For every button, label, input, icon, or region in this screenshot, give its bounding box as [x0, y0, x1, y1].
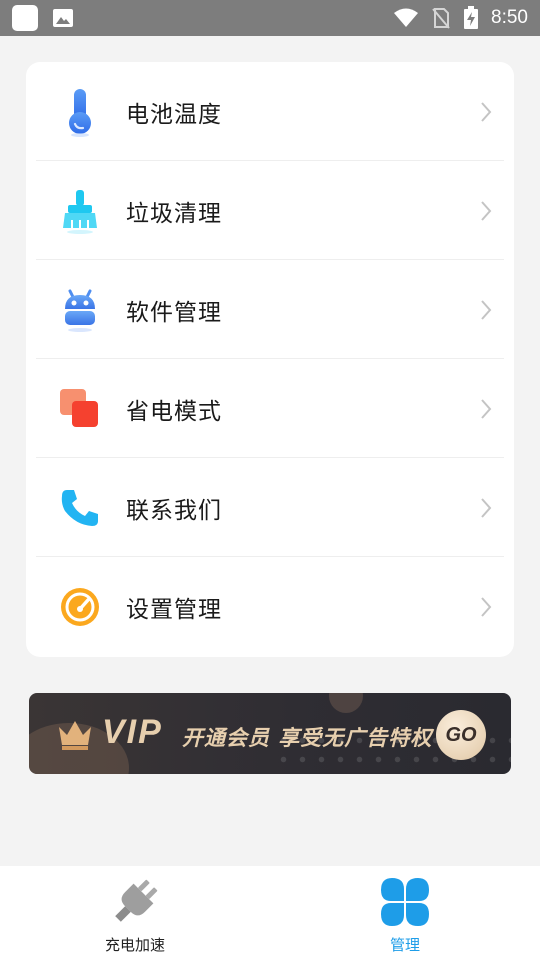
menu-item-power-saving-mode[interactable]: 省电模式	[26, 359, 514, 458]
broom-icon	[56, 187, 104, 235]
chevron-right-icon	[481, 497, 492, 518]
menu-item-software-management[interactable]: 软件管理	[26, 260, 514, 359]
crown-icon	[59, 721, 91, 750]
plug-icon	[115, 879, 158, 922]
speedometer-icon	[56, 583, 104, 631]
app-icon	[12, 5, 38, 31]
stacked-squares-icon	[56, 385, 104, 433]
tab-label: 充电加速	[104, 936, 165, 954]
menu-item-label: 电池温度	[126, 101, 222, 128]
vip-banner[interactable]: VIP 开通会员 享受无广告特权 GO	[29, 693, 511, 774]
banner-decoration	[329, 693, 363, 713]
menu-item-label: 设置管理	[126, 596, 222, 623]
menu-item-label: 联系我们	[126, 497, 222, 524]
menu-item-label: 省电模式	[126, 398, 222, 425]
vip-badge-text: VIP	[102, 713, 163, 751]
menu-item-battery-temperature[interactable]: 电池温度	[26, 62, 514, 161]
menu-item-label: 垃圾清理	[126, 200, 222, 227]
four-petal-icon	[381, 878, 429, 926]
thermometer-icon	[56, 88, 104, 137]
bottom-tab-bar: 充电加速 管理	[0, 866, 540, 960]
tab-label: 管理	[389, 936, 420, 954]
battery-charging-icon	[464, 6, 479, 29]
tab-management[interactable]: 管理	[270, 866, 540, 960]
vip-slogan: 开通会员 享受无广告特权	[182, 726, 433, 750]
chevron-right-icon	[481, 299, 492, 320]
menu-card: 电池温度 垃圾清理 软件管理 省电模式 联系我们 设置管理	[26, 62, 514, 657]
status-time: 8:50	[491, 7, 528, 28]
chevron-right-icon	[481, 200, 492, 221]
wifi-icon	[394, 8, 419, 27]
menu-item-label: 软件管理	[126, 299, 222, 326]
chevron-right-icon	[481, 101, 492, 122]
go-button[interactable]: GO	[436, 710, 486, 760]
menu-item-contact-us[interactable]: 联系我们	[26, 458, 514, 557]
chevron-right-icon	[481, 596, 492, 617]
phone-icon	[56, 484, 104, 532]
no-sim-icon	[432, 8, 450, 29]
status-bar: 8:50	[0, 0, 540, 36]
menu-item-settings-management[interactable]: 设置管理	[26, 557, 514, 656]
tab-charging-boost[interactable]: 充电加速	[0, 866, 270, 960]
android-robot-icon	[56, 286, 104, 334]
chevron-right-icon	[481, 398, 492, 419]
image-icon	[53, 9, 73, 27]
menu-item-junk-cleanup[interactable]: 垃圾清理	[26, 161, 514, 260]
